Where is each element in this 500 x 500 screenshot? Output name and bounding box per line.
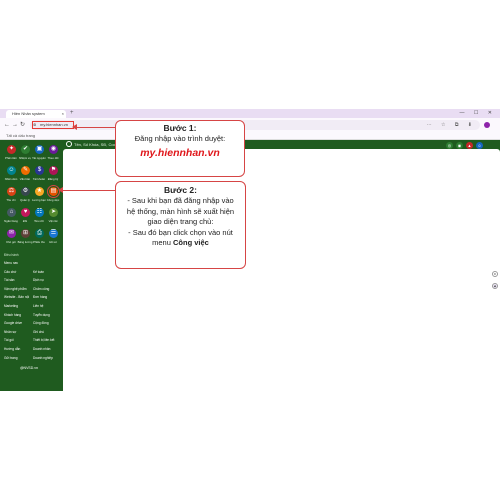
menu-item[interactable]: Ghi chú xyxy=(33,330,44,334)
menu-item[interactable]: Dịch vụ xyxy=(33,278,44,282)
grid-item-icon[interactable]: ✎ xyxy=(21,166,30,175)
address-bar[interactable]: ⊜ my.hiennhan.vn xyxy=(30,120,480,130)
menu-header: Điều hành xyxy=(4,253,19,257)
arrow-2-head xyxy=(58,187,63,193)
sidebar-footer: @NVSD.vn xyxy=(20,366,38,370)
grid-item-icon[interactable]: ⚖ xyxy=(7,187,16,196)
bookmarks-bar: Tất cả dấu trang xyxy=(0,132,500,140)
grid-item-icon[interactable]: ✉ xyxy=(7,229,16,238)
grid-item-icon[interactable]: ▣ xyxy=(35,145,44,154)
menu-item[interactable]: Hướng dẫn xyxy=(4,347,20,351)
grid-item-icon[interactable]: ▤ xyxy=(47,185,60,198)
app-screenshot: Hiền Nhân system × + — ☐ ✕ ← → ↻ ⊜ my.hi… xyxy=(0,109,500,391)
menu-item[interactable]: Kế toán xyxy=(33,270,44,274)
grid-item-icon[interactable]: ⎙ xyxy=(35,229,44,238)
window-controls[interactable]: — ☐ ✕ xyxy=(460,109,496,118)
step-1-text: Đăng nhập vào trình duyệt: xyxy=(134,134,226,143)
grid-item-icon[interactable]: ♥ xyxy=(21,208,30,217)
forward-icon[interactable]: → xyxy=(12,120,18,130)
toolbar-icons[interactable]: ⋯ ☆ ⧉ ⬇ xyxy=(427,120,476,130)
step-2-title: Bước 2: xyxy=(164,185,197,195)
grid-item-label[interactable]: Vận tải xyxy=(45,219,61,223)
search-icon[interactable] xyxy=(66,141,72,147)
chat-icon[interactable]: ◎ xyxy=(446,142,453,149)
arrow-2-line xyxy=(62,190,115,191)
reload-icon[interactable]: ↻ xyxy=(20,120,25,130)
menu-item[interactable]: Doanh nhân xyxy=(33,347,50,351)
menu-item[interactable]: Cộng đồng xyxy=(33,321,49,325)
grid-item-icon[interactable]: ◉ xyxy=(49,145,58,154)
grid-item-icon[interactable]: ☰ xyxy=(49,229,58,238)
grid-item-label[interactable]: Công việc xyxy=(45,198,61,202)
new-tab-button[interactable]: + xyxy=(70,109,74,118)
step-2-line-1: - Sau khi bạn đã đăng nhập vào xyxy=(127,196,234,205)
grid-item-icon[interactable]: ➤ xyxy=(49,208,58,217)
step-1-url: my.hiennhan.vn xyxy=(140,146,220,159)
cart-icon[interactable]: ▲ xyxy=(466,142,473,149)
menu-item[interactable]: Đơn hàng xyxy=(33,295,47,299)
notification-icon[interactable]: ◉ xyxy=(456,142,463,149)
menu-item[interactable]: Nhân sự xyxy=(4,330,16,334)
menu-item[interactable]: Tài gói xyxy=(4,338,14,342)
menu-item[interactable]: Khách hàng xyxy=(4,313,21,317)
profile-avatar[interactable] xyxy=(484,122,490,128)
browser-tab[interactable]: Hiền Nhân system × xyxy=(6,110,66,118)
step-1-title: Bước 1: xyxy=(163,123,197,133)
browser-tab-bar: Hiền Nhân system × + — ☐ ✕ xyxy=(0,109,500,118)
step-2-line-5-prefix: menu xyxy=(152,238,173,247)
menu-item[interactable]: Google drive xyxy=(4,321,22,325)
menu-item[interactable]: Doanh nghiệp xyxy=(33,356,53,360)
menu-item[interactable]: Chấm công xyxy=(33,287,49,291)
grid-item-icon[interactable]: ✔ xyxy=(21,145,30,154)
step-2-line-3: giao diện trang chủ: xyxy=(147,217,214,226)
menu-item[interactable]: Cấu chứ xyxy=(4,270,16,274)
grid-item-icon[interactable]: ☷ xyxy=(35,208,44,217)
side-assist-icon[interactable]: ◈ xyxy=(492,283,498,289)
menu-item[interactable]: Tuyển dụng xyxy=(33,313,50,317)
url-highlight-box xyxy=(32,121,74,129)
grid-item-icon[interactable]: ⌂ xyxy=(7,208,16,217)
step-2-menu-name: Công việc xyxy=(173,238,209,247)
close-tab-icon[interactable]: × xyxy=(62,110,64,118)
grid-item-icon[interactable]: ⚙ xyxy=(21,187,30,196)
arrow-1-head xyxy=(72,124,77,130)
grid-item-label[interactable]: Đăng ký xyxy=(45,177,61,181)
menu-item[interactable]: Website - Bản nội xyxy=(4,295,29,299)
side-tool-icon[interactable]: ≡ xyxy=(492,271,498,277)
menu-item[interactable]: Menu nav xyxy=(4,261,18,265)
grid-item-icon[interactable]: ⚑ xyxy=(49,166,58,175)
back-icon[interactable]: ← xyxy=(4,120,10,130)
menu-item[interactable]: Gửi trang xyxy=(4,356,17,360)
menu-item[interactable]: Thiết bị liên kết xyxy=(33,338,54,342)
arrow-1-line xyxy=(76,127,115,128)
step-2-line-4: - Sau đó bạn click chọn vào nút xyxy=(128,227,233,237)
grid-item-icon[interactable]: ☺ xyxy=(7,166,16,175)
menu-item[interactable]: Liên hệ xyxy=(33,304,43,308)
bookmark-all[interactable]: Tất cả dấu trang xyxy=(6,133,35,138)
menu-item[interactable]: Tài sản xyxy=(4,278,14,282)
step-2-line-5: menu Công việc xyxy=(116,238,245,249)
sidebar: ✦ Phân tâm ✔ Nhiệm vụ ▣ Tài nguyên ◉ Theo dõi ☺ N… xyxy=(0,140,62,391)
step-1-callout: Bước 1: Đăng nhập vào trình duyệt: my.hi… xyxy=(115,120,245,177)
grid-item-icon[interactable]: $ xyxy=(35,166,44,175)
grid-item-icon[interactable]: ★ xyxy=(35,187,44,196)
grid-item-icon[interactable]: ⊞ xyxy=(21,229,30,238)
tab-title: Hiền Nhân system xyxy=(12,111,45,116)
menu-item[interactable]: Vận nghệ phẩm xyxy=(4,287,27,291)
grid-item-label[interactable]: Hồ sơ xyxy=(45,240,61,244)
step-2-line-2: hệ thống, màn hình sẽ xuất hiện xyxy=(126,206,235,216)
grid-item-label[interactable]: Theo dõi xyxy=(45,156,61,160)
menu-item[interactable]: Marketing xyxy=(4,304,18,308)
user-icon[interactable]: ☺ xyxy=(476,142,483,149)
step-2-callout: Bước 2: - Sau khi bạn đã đăng nhập vào h… xyxy=(115,181,246,269)
grid-item-icon[interactable]: ✦ xyxy=(7,145,16,154)
